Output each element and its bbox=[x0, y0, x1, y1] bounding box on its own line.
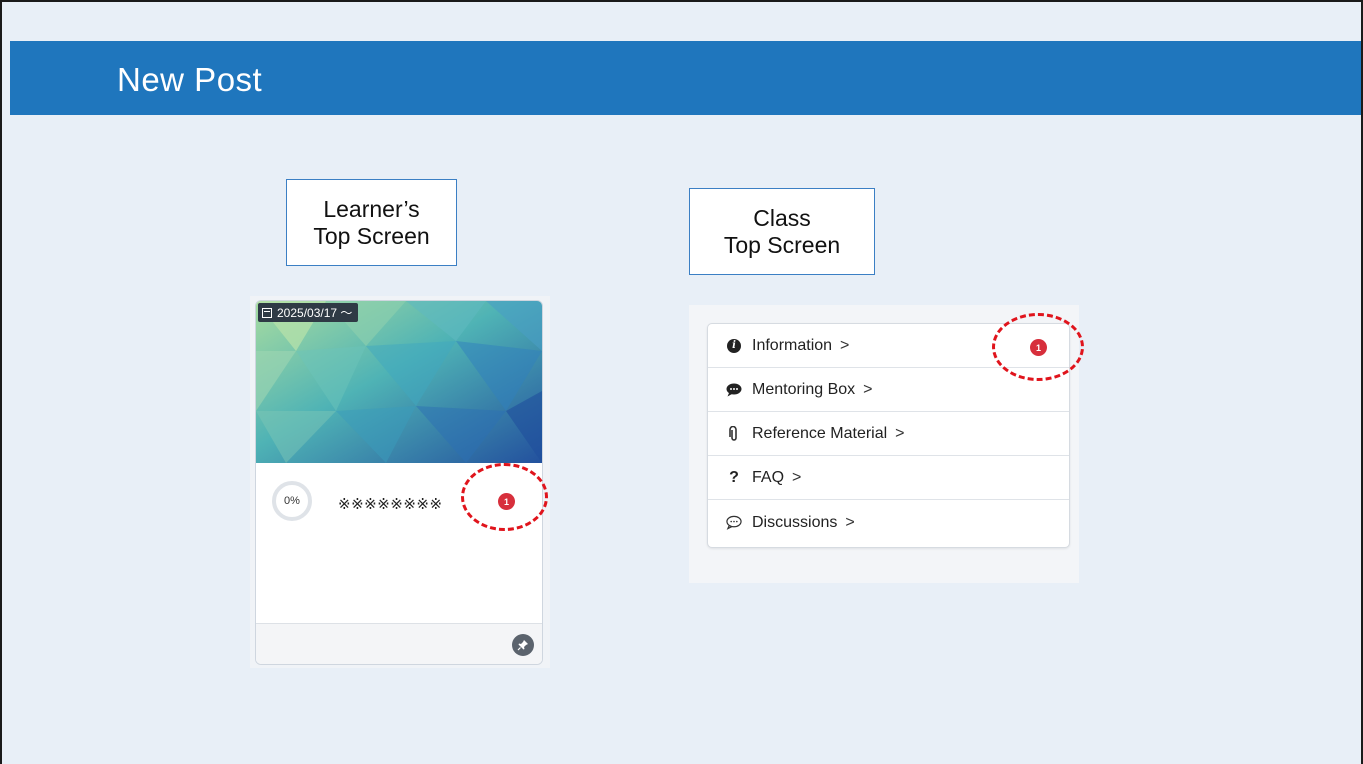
comment-dots-icon bbox=[726, 515, 742, 531]
learner-top-screen-label: Learner’s Top Screen bbox=[286, 179, 457, 266]
menu-item-faq[interactable]: ? FAQ > bbox=[708, 456, 1069, 500]
paperclip-icon bbox=[726, 425, 742, 442]
menu-item-label: FAQ bbox=[752, 468, 785, 486]
header-bar: New Post bbox=[10, 41, 1361, 115]
chat-bubble-icon bbox=[726, 382, 742, 398]
menu-item-label: Mentoring Box bbox=[752, 380, 856, 398]
page-title: New Post bbox=[117, 61, 263, 98]
card-footer bbox=[256, 623, 542, 664]
slide: New Post bbox=[0, 0, 1363, 764]
menu-item-discussions[interactable]: Discussions > bbox=[708, 500, 1069, 545]
course-cover-image bbox=[256, 301, 542, 463]
chevron-right-icon: > bbox=[792, 468, 802, 486]
menu-item-reference-material[interactable]: Reference Material > bbox=[708, 412, 1069, 456]
highlight-circle bbox=[992, 313, 1084, 381]
progress-indicator: 0% bbox=[272, 481, 312, 521]
learner-label-line1: Learner’s bbox=[323, 195, 420, 222]
menu-item-label: Information bbox=[752, 336, 833, 354]
class-label-line1: Class bbox=[753, 204, 811, 231]
class-top-screen-label: Class Top Screen bbox=[689, 188, 875, 275]
course-date: 2025/03/17 ～ bbox=[277, 306, 353, 320]
course-title[interactable]: ※※※※※※※※ bbox=[338, 495, 443, 513]
pin-icon bbox=[517, 640, 528, 651]
menu-item-label: Discussions bbox=[752, 513, 838, 531]
chevron-right-icon: > bbox=[895, 424, 905, 442]
menu-item-label: Reference Material bbox=[752, 424, 888, 442]
pin-button[interactable] bbox=[512, 634, 534, 656]
chevron-right-icon: > bbox=[863, 380, 873, 398]
question-icon: ? bbox=[729, 468, 739, 486]
class-label-line2: Top Screen bbox=[723, 231, 841, 258]
chevron-right-icon: > bbox=[845, 513, 855, 531]
calendar-icon bbox=[262, 307, 272, 318]
info-icon: i bbox=[726, 338, 742, 354]
highlight-circle bbox=[461, 463, 548, 531]
learner-label-line2: Top Screen bbox=[313, 222, 430, 249]
date-badge: 2025/03/17 ～ bbox=[258, 303, 359, 322]
chevron-right-icon: > bbox=[840, 336, 850, 354]
